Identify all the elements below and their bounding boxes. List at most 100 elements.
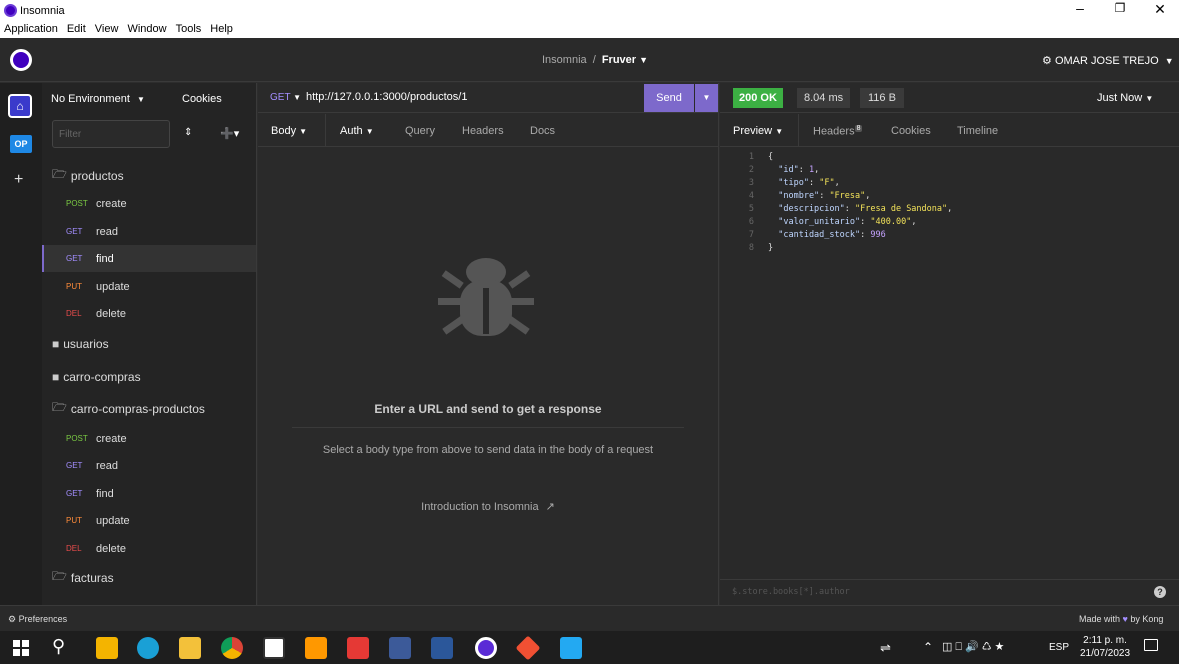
avatar[interactable]: OP (10, 135, 32, 153)
request-ccp-find[interactable]: GET find (42, 480, 256, 507)
menu-application[interactable]: Application (4, 23, 58, 35)
dbeaver-icon[interactable] (389, 637, 411, 659)
request-productos-read[interactable]: GET read (42, 218, 256, 245)
notifications-icon[interactable] (1144, 639, 1158, 651)
json-value: "400.00" (870, 217, 912, 227)
environment-select[interactable]: No Environment ▼ (51, 93, 145, 105)
search-icon[interactable]: ⚲ (52, 636, 65, 657)
kong-label: by Kong (1130, 614, 1164, 624)
vscode-icon[interactable] (560, 637, 582, 659)
made-with-label: Made with (1079, 614, 1121, 624)
menu-view[interactable]: View (95, 23, 119, 35)
chevron-down-icon: ▼ (639, 55, 649, 65)
user-menu[interactable]: ⚙ OMAR JOSE TREJO ▼ (1042, 54, 1174, 67)
method-select[interactable]: GET ▼ (270, 92, 301, 103)
word-icon[interactable] (431, 637, 453, 659)
breadcrumb[interactable]: Insomnia / Fruver ▼ (542, 54, 648, 66)
menu-help[interactable]: Help (210, 23, 233, 35)
folder-carro-compras-productos[interactable]: 🗁 carro-compras-productos (42, 395, 256, 422)
insomnia-taskbar-icon[interactable] (475, 637, 497, 659)
home-button[interactable]: ⌂ (8, 94, 32, 118)
tab-response-headers[interactable]: Headers 8 (813, 125, 863, 138)
network-icon[interactable]: ⇌ (880, 640, 891, 656)
request-productos-create[interactable]: POST create (42, 190, 256, 217)
acrobat-icon[interactable] (347, 637, 369, 659)
folder-facturas[interactable]: 🗁 facturas (42, 564, 256, 591)
sublime-icon[interactable] (305, 637, 327, 659)
send-options-button[interactable]: ▼ (695, 84, 718, 112)
tab-body[interactable]: Body ▼ (271, 125, 307, 137)
menu-edit[interactable]: Edit (67, 23, 86, 35)
json-line: 1{ (720, 151, 773, 164)
notion-icon[interactable] (263, 637, 285, 659)
breadcrumb-workspace[interactable]: Fruver (602, 54, 636, 66)
request-productos-update[interactable]: PUT update (42, 273, 256, 300)
chevron-down-icon: ▼ (1145, 94, 1154, 103)
folder-productos[interactable]: 🗁 productos (42, 162, 256, 189)
request-tabs: Body ▼ Auth ▼ Query Headers Docs (258, 114, 718, 147)
request-label: update (96, 514, 130, 527)
file-explorer-icon[interactable] (179, 637, 201, 659)
time-badge: 8.04 ms (797, 88, 851, 108)
maximize-button[interactable]: ❐ (1110, 1, 1130, 15)
help-icon[interactable]: ? (1154, 586, 1166, 598)
intro-link[interactable]: Introduction to Insomnia ↗ (258, 500, 718, 513)
request-pane: GET ▼ http://127.0.0.1:3000/productos/1 … (258, 83, 719, 605)
request-ccp-delete[interactable]: DEL delete (42, 535, 256, 562)
request-ccp-read[interactable]: GET read (42, 452, 256, 479)
folder-icon: ■ (52, 369, 60, 384)
filter-input[interactable]: Filter (52, 120, 170, 148)
folder-carro-compras[interactable]: ■ carro-compras (42, 363, 256, 390)
clock[interactable]: 2:11 p. m. 21/07/2023 (1080, 634, 1130, 660)
menu-tools[interactable]: Tools (176, 23, 202, 35)
request-productos-delete[interactable]: DEL delete (42, 300, 256, 327)
language-indicator[interactable]: ESP (1049, 642, 1069, 653)
history-label: Just Now (1097, 92, 1143, 104)
preferences-button[interactable]: ⚙ Preferences (8, 614, 67, 625)
store-icon[interactable] (96, 637, 118, 659)
send-button[interactable]: Send (644, 84, 694, 112)
add-request-icon[interactable]: ➕▾ (220, 127, 239, 140)
close-button[interactable]: ✕ (1150, 1, 1170, 18)
cookies-button[interactable]: Cookies (182, 93, 222, 105)
breadcrumb-project[interactable]: Insomnia (542, 54, 587, 66)
tab-query[interactable]: Query (405, 125, 435, 137)
response-filter-input[interactable]: $.store.books[*].author (732, 586, 850, 599)
tab-timeline[interactable]: Timeline (957, 125, 998, 137)
chevron-down-icon: ▼ (365, 127, 374, 136)
request-label: create (96, 432, 127, 445)
tray-expand-icon[interactable]: ⌃ (923, 640, 933, 654)
git-icon[interactable] (515, 635, 541, 661)
tab-label: Body (271, 125, 297, 137)
tab-preview[interactable]: Preview ▼ (733, 125, 783, 137)
minimize-button[interactable]: – (1070, 0, 1090, 16)
line-number: 7 (748, 230, 754, 240)
add-workspace-button[interactable]: + (14, 171, 23, 189)
history-dropdown[interactable]: Just Now ▼ (1097, 92, 1153, 104)
made-with-kong[interactable]: Made with ♥ by Kong (1079, 614, 1163, 624)
folder-usuarios[interactable]: ■ usuarios (42, 330, 256, 357)
json-line: 4 "nombre": "Fresa", (720, 190, 871, 203)
tab-docs[interactable]: Docs (530, 125, 555, 137)
request-ccp-create[interactable]: POST create (42, 425, 256, 452)
headers-count-badge: 8 (854, 125, 863, 132)
tray-icons[interactable]: ◫⎕🔊♺★ (942, 640, 1007, 654)
tab-headers[interactable]: Headers (462, 125, 504, 137)
json-key: "descripcion" (768, 204, 845, 214)
menu-window[interactable]: Window (127, 23, 166, 35)
bug-icon (438, 258, 534, 336)
insomnia-home-icon[interactable] (10, 49, 32, 71)
url-input[interactable]: http://127.0.0.1:3000/productos/1 (306, 91, 467, 103)
request-productos-find[interactable]: GET find (42, 245, 256, 272)
tab-response-cookies[interactable]: Cookies (891, 125, 931, 137)
request-ccp-update[interactable]: PUT update (42, 507, 256, 534)
chrome-icon[interactable] (221, 637, 243, 659)
windows-start-icon[interactable] (13, 640, 29, 656)
status-footer: ⚙ Preferences Made with ♥ by Kong (0, 605, 1179, 631)
tab-auth[interactable]: Auth ▼ (340, 125, 374, 137)
sort-icon[interactable]: ⇕ (184, 127, 192, 138)
edge-icon[interactable] (137, 637, 159, 659)
method-badge: GET (66, 461, 83, 470)
user-name: OMAR JOSE TREJO (1054, 55, 1159, 67)
json-preview[interactable]: 1{2 "id": 1, 3 "tipo": "F", 4 "nombre": "F… (720, 151, 1179, 261)
